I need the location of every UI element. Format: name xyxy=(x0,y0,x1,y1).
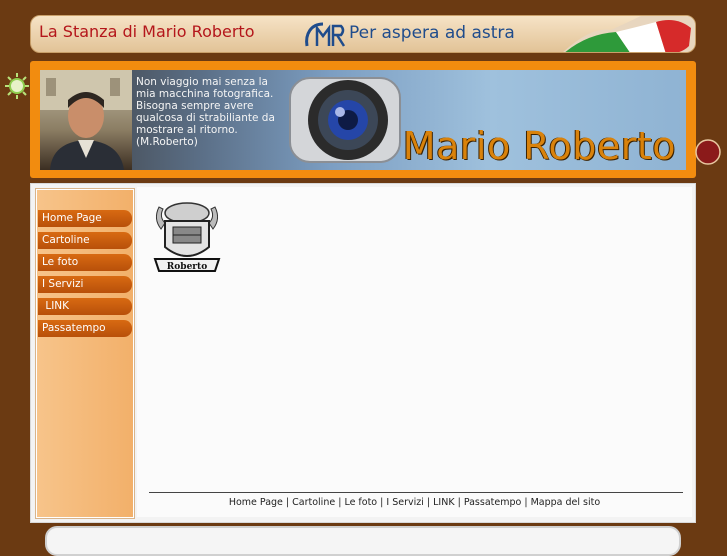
motto: Per aspera ad astra xyxy=(349,23,515,43)
italian-flag-icon xyxy=(563,16,695,52)
portrait-photo xyxy=(40,70,132,170)
footer-link-home-page[interactable]: Home Page xyxy=(229,497,283,508)
sun-icon xyxy=(5,73,29,99)
quote-line: Non viaggio mai senza la xyxy=(136,76,268,88)
quote-line: Bisogna sempre avere xyxy=(136,100,254,112)
footer-link-passatempo[interactable]: Passatempo xyxy=(464,497,522,508)
banner-quote: Non viaggio mai senza la mia macchina fo… xyxy=(136,76,276,148)
footer-link-i-servizi[interactable]: I Servizi xyxy=(386,497,424,508)
bottom-bar xyxy=(45,526,681,556)
footer-link-le-foto[interactable]: Le foto xyxy=(344,497,377,508)
footer-separator: | xyxy=(377,497,387,508)
banner-name: Mario Roberto xyxy=(402,124,676,168)
camera-icon xyxy=(289,77,401,163)
nav-item-i-servizi[interactable]: I Servizi xyxy=(38,276,132,293)
main-panel: Home Page Cartoline Le foto I Servizi LI… xyxy=(30,183,696,523)
nav-item-passatempo[interactable]: Passatempo xyxy=(38,320,132,337)
footer-link-link[interactable]: LINK xyxy=(433,497,454,508)
site-title: La Stanza di Mario Roberto xyxy=(39,22,255,41)
moon-icon xyxy=(695,139,721,165)
quote-line: mostrare al ritorno. xyxy=(136,124,238,136)
mr-logo-icon xyxy=(305,22,346,47)
quote-line: mia macchina fotografica. xyxy=(136,88,274,100)
footer-links: Home Page | Cartoline | Le foto | I Serv… xyxy=(137,497,692,508)
nav-item-home-page[interactable]: Home Page xyxy=(38,210,132,227)
nav-item-cartoline[interactable]: Cartoline xyxy=(38,232,132,249)
footer-separator: | xyxy=(282,497,293,508)
footer-link-mappa-del-sito[interactable]: Mappa del sito xyxy=(531,497,601,508)
content-area: Roberto Home Page | Cartoline | Le foto … xyxy=(137,187,692,517)
crest-label: Roberto xyxy=(167,262,207,272)
quote-line: qualcosa di strabiliante da xyxy=(136,112,275,124)
sidebar-nav: Home Page Cartoline Le foto I Servizi LI… xyxy=(36,189,134,518)
quote-author: (M.Roberto) xyxy=(136,136,198,148)
nav-item-le-foto[interactable]: Le foto xyxy=(38,254,132,271)
footer-divider xyxy=(149,492,683,493)
footer-link-cartoline[interactable]: Cartoline xyxy=(292,497,335,508)
footer-separator: | xyxy=(521,497,531,508)
banner-image: Non viaggio mai senza la mia macchina fo… xyxy=(40,70,686,170)
header-banner: Non viaggio mai senza la mia macchina fo… xyxy=(30,61,696,178)
nav-item-link[interactable]: LINK xyxy=(38,298,132,315)
header-bar: La Stanza di Mario Roberto Per aspera ad… xyxy=(30,15,696,53)
footer-separator: | xyxy=(454,497,464,508)
footer-separator: | xyxy=(423,497,434,508)
family-crest-icon: Roberto xyxy=(153,202,221,272)
